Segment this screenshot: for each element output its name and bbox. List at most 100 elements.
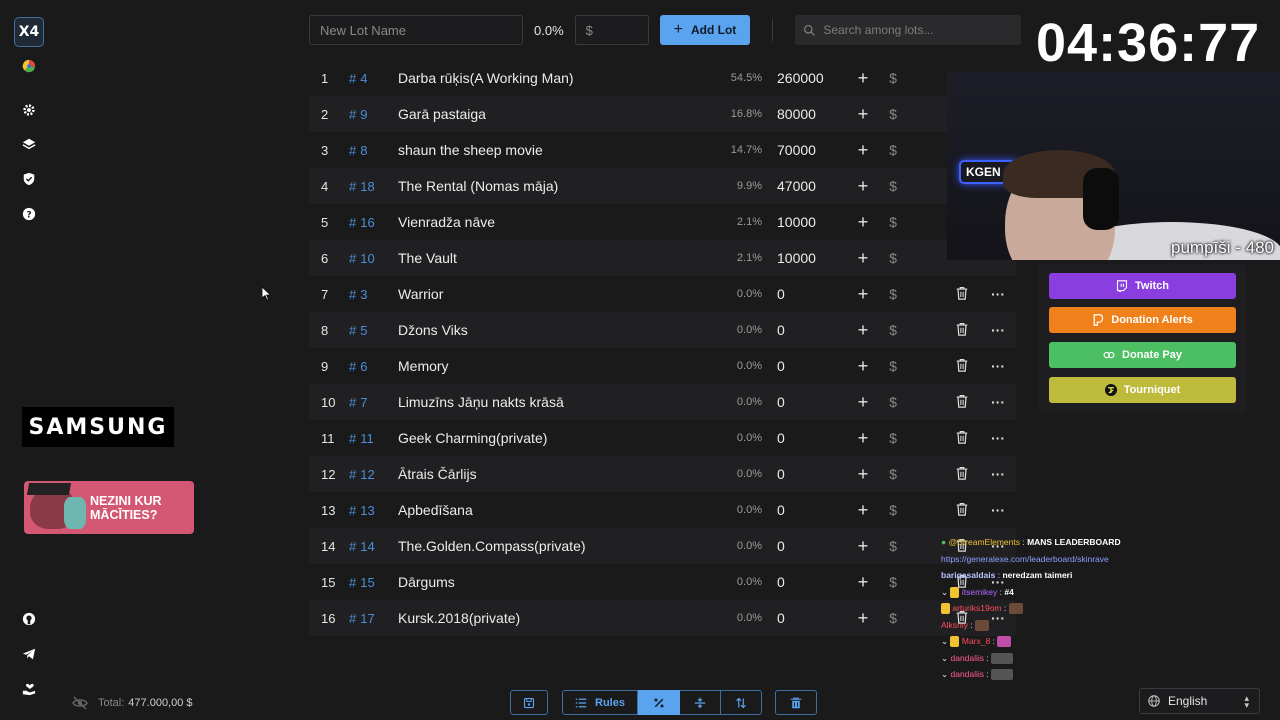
more-options-icon[interactable]: ··· (991, 322, 1005, 338)
lot-row[interactable]: 16 #17 Kursk.2018(private) 0.0% 0 + $ ··· (309, 600, 1016, 636)
lot-amount-input[interactable]: 0 (762, 574, 848, 590)
dollar-icon[interactable]: $ (878, 142, 908, 158)
dollar-icon[interactable]: $ (878, 106, 908, 122)
lot-name[interactable]: Darba rūķis(A Working Man) (398, 70, 718, 86)
lot-amount-input[interactable]: 0 (762, 394, 848, 410)
lot-id-link[interactable]: #13 (345, 503, 398, 518)
delete-lot-icon[interactable] (955, 358, 971, 374)
dollar-icon[interactable]: $ (878, 250, 908, 266)
lot-row[interactable]: 12 #12 Ātrais Čārlijs 0.0% 0 + $ ··· (309, 456, 1016, 492)
dollar-icon[interactable]: $ (878, 466, 908, 482)
lot-id-link[interactable]: #11 (345, 431, 398, 446)
donation-alerts-button[interactable]: Donation Alerts (1049, 307, 1236, 333)
delete-lot-icon[interactable] (955, 466, 971, 482)
lot-row[interactable]: 2 #9 Garā pastaiga 16.8% 80000 + $ (309, 96, 1016, 132)
lot-row[interactable]: 3 #8 shaun the sheep movie 14.7% 70000 + $ (309, 132, 1016, 168)
add-amount-icon[interactable]: + (848, 536, 878, 557)
lot-name[interactable]: Garā pastaiga (398, 106, 718, 122)
lot-row[interactable]: 1 #4 Darba rūķis(A Working Man) 54.5% 260000… (309, 60, 1016, 96)
lot-row[interactable]: 7 #3 Warrior 0.0% 0 + $ ··· (309, 276, 1016, 312)
lot-amount-input[interactable]: 0 (762, 502, 848, 518)
lot-row[interactable]: 14 #14 The.Golden.Compass(private) 0.0% 0 + $ ·… (309, 528, 1016, 564)
lot-id-link[interactable]: #9 (345, 107, 398, 122)
lot-amount-input[interactable]: 47000 (762, 178, 848, 194)
percent-toggle[interactable] (638, 690, 680, 715)
telegram-icon[interactable] (14, 639, 44, 669)
lot-id-link[interactable]: #4 (345, 71, 398, 86)
add-lot-button[interactable]: + Add Lot (659, 15, 751, 45)
delete-lot-icon[interactable] (955, 286, 971, 302)
dollar-icon[interactable]: $ (878, 214, 908, 230)
donate-pay-button[interactable]: Donate Pay (1049, 342, 1236, 368)
lot-amount-input[interactable]: 0 (762, 286, 848, 302)
more-options-icon[interactable]: ··· (991, 430, 1005, 446)
lot-id-link[interactable]: #3 (345, 287, 398, 302)
add-amount-icon[interactable]: + (848, 320, 878, 341)
more-options-icon[interactable]: ··· (991, 502, 1005, 518)
lot-name[interactable]: Warrior (398, 286, 718, 302)
dollar-icon[interactable]: $ (878, 502, 908, 518)
lot-name[interactable]: Limuzīns Jāņu nakts krāsā (398, 394, 718, 410)
lot-name[interactable]: The.Golden.Compass(private) (398, 538, 718, 554)
more-options-icon[interactable]: ··· (991, 358, 1005, 374)
lot-amount-input[interactable]: 0 (762, 538, 848, 554)
lot-amount-input[interactable]: 70000 (762, 142, 848, 158)
dollar-icon[interactable]: $ (878, 610, 908, 626)
lot-id-link[interactable]: #12 (345, 467, 398, 482)
lot-name[interactable]: The Vault (398, 250, 718, 266)
lot-amount-input[interactable]: 0 (762, 610, 848, 626)
lot-name[interactable]: Vienradža nāve (398, 214, 718, 230)
delete-lot-icon[interactable] (955, 322, 971, 338)
lot-amount-input[interactable]: 0 (762, 322, 848, 338)
collapse-toggle[interactable] (680, 690, 721, 715)
lot-name[interactable]: Kursk.2018(private) (398, 610, 718, 626)
lot-row[interactable]: 10 #7 Limuzīns Jāņu nakts krāsā 0.0% 0 + $ ··· (309, 384, 1016, 420)
lot-row[interactable]: 6 #10 The Vault 2.1% 10000 + $ (309, 240, 1016, 276)
rules-button[interactable]: Rules (562, 690, 638, 715)
lot-name[interactable]: Apbedīšana (398, 502, 718, 518)
lot-id-link[interactable]: #16 (345, 215, 398, 230)
github-icon[interactable] (14, 604, 44, 634)
lot-id-link[interactable]: #6 (345, 359, 398, 374)
dollar-icon[interactable]: $ (878, 286, 908, 302)
lot-row[interactable]: 15 #15 Dārgums 0.0% 0 + $ ··· (309, 564, 1016, 600)
donate-hand-heart-icon[interactable] (14, 674, 44, 704)
add-amount-icon[interactable]: + (848, 572, 878, 593)
dollar-icon[interactable]: $ (878, 178, 908, 194)
add-amount-icon[interactable]: + (848, 392, 878, 413)
search-input[interactable]: Search among lots... (795, 15, 1022, 45)
app-logo[interactable]: X4 (14, 17, 44, 47)
dollar-icon[interactable]: $ (878, 322, 908, 338)
lot-name[interactable]: Džons Viks (398, 322, 718, 338)
delete-lot-icon[interactable] (955, 430, 971, 446)
more-options-icon[interactable]: ··· (991, 286, 1005, 302)
lot-name[interactable]: Ātrais Čārlijs (398, 466, 718, 482)
lot-name[interactable]: Geek Charming(private) (398, 430, 718, 446)
lot-name[interactable]: The Rental (Nomas māja) (398, 178, 718, 194)
lot-row[interactable]: 8 #5 Džons Viks 0.0% 0 + $ ··· (309, 312, 1016, 348)
twitch-button[interactable]: Twitch (1049, 273, 1236, 299)
wheel-icon[interactable] (14, 51, 44, 81)
add-amount-icon[interactable]: + (848, 608, 878, 629)
lot-id-link[interactable]: #18 (345, 179, 398, 194)
layers-icon[interactable] (14, 129, 44, 159)
add-amount-icon[interactable]: + (848, 140, 878, 161)
add-amount-icon[interactable]: + (848, 68, 878, 89)
dollar-icon[interactable]: $ (878, 430, 908, 446)
lot-amount-input[interactable]: 0 (762, 358, 848, 374)
lot-id-link[interactable]: #15 (345, 575, 398, 590)
settings-gear-icon[interactable] (14, 95, 44, 125)
dollar-icon[interactable]: $ (878, 70, 908, 86)
lot-id-link[interactable]: #10 (345, 251, 398, 266)
help-icon[interactable]: ? (14, 199, 44, 229)
shield-check-icon[interactable] (14, 164, 44, 194)
tourniquet-button[interactable]: Tourniquet (1049, 377, 1236, 403)
add-amount-icon[interactable]: + (848, 176, 878, 197)
lot-amount-input[interactable]: 80000 (762, 106, 848, 122)
lot-amount-input[interactable]: 10000 (762, 214, 848, 230)
lot-amount-input[interactable]: 0 (762, 466, 848, 482)
lot-id-link[interactable]: #14 (345, 539, 398, 554)
lot-name[interactable]: shaun the sheep movie (398, 142, 718, 158)
add-amount-icon[interactable]: + (848, 212, 878, 233)
lot-id-link[interactable]: #7 (345, 395, 398, 410)
